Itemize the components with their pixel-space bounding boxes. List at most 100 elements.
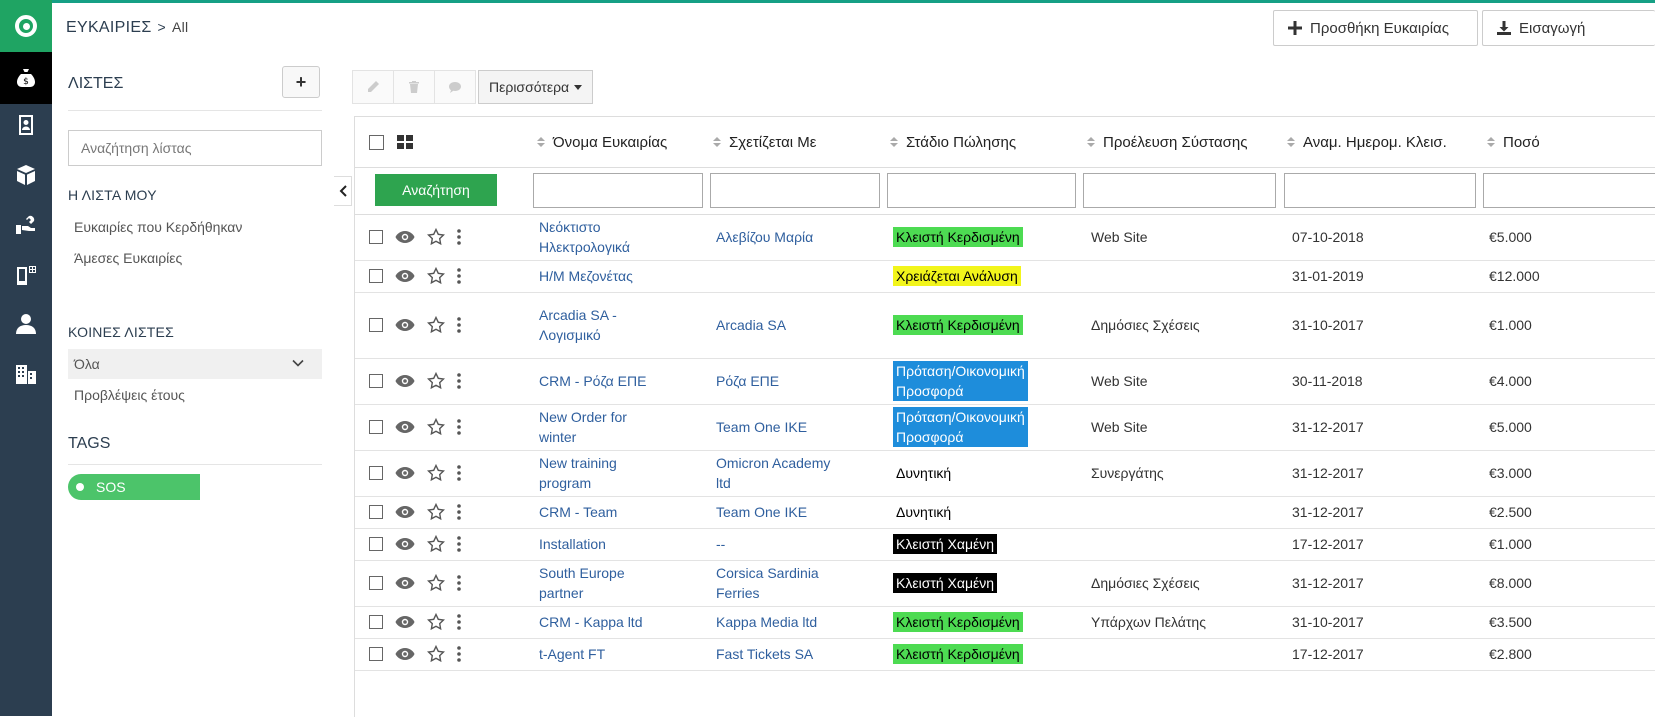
shared-list-item-all[interactable]: Όλα [68,349,322,379]
rail-item-users[interactable] [0,298,52,350]
table-row[interactable]: t-Agent FT Fast Tickets SA Κλειστή Κερδισμ… [355,638,1655,671]
rail-item-services[interactable] [0,199,52,251]
table-row[interactable]: Arcadia SA - Λογισμικό Arcadia SA Κλειστή Κ… [355,292,1655,359]
related-to-link[interactable]: Team One IKE [716,496,886,528]
row-checkbox[interactable] [369,269,383,283]
list-search-input[interactable]: Αναζήτηση λίστας [68,130,322,166]
search-button[interactable]: Αναζήτηση [375,174,497,206]
opportunity-name-link[interactable]: Arcadia SA - Λογισμικό [539,292,709,358]
shared-list-item[interactable]: Προβλέψεις έτους [68,380,322,410]
tag-sos[interactable]: SOS [68,474,200,500]
opportunity-name-link-text[interactable]: Installation [539,534,606,554]
more-vertical-icon[interactable] [457,614,461,630]
row-checkbox[interactable] [369,647,383,661]
eye-icon[interactable] [395,269,415,283]
opportunity-name-link[interactable]: CRM - Ρόζα ΕΠΕ [539,358,709,404]
opportunity-name-link[interactable]: Installation [539,528,709,560]
add-opportunity-button[interactable]: Προσθήκη Ευκαιρίας [1273,10,1478,46]
related-to-link-text[interactable]: Team One IKE [716,417,807,437]
row-checkbox[interactable] [369,505,383,519]
table-row[interactable]: CRM - Kappa ltd Kappa Media ltd Κλειστή Κε… [355,606,1655,639]
table-row[interactable]: New training program Omicron Academy ltd Δυν… [355,450,1655,497]
more-vertical-icon[interactable] [457,229,461,245]
eye-icon[interactable] [395,647,415,661]
star-icon[interactable] [427,503,445,521]
opportunity-name-link-text[interactable]: Arcadia SA - Λογισμικό [539,305,617,345]
opportunity-name-link-text[interactable]: New training program [539,453,617,493]
filter-close-date-input[interactable] [1284,173,1476,208]
related-to-link-text[interactable]: Team One IKE [716,502,807,522]
eye-icon[interactable] [395,318,415,332]
eye-icon[interactable] [395,420,415,434]
table-row[interactable]: New Order for winter Team One IKE Πρόταση/Ο… [355,404,1655,451]
filter-name-input[interactable] [533,173,703,208]
star-icon[interactable] [427,535,445,553]
row-checkbox[interactable] [369,576,383,590]
eye-icon[interactable] [395,615,415,629]
opportunity-name-link[interactable]: New Order for winter [539,404,709,450]
opportunity-name-link[interactable]: Νεόκτιστο Ηλεκτρολογικά [539,214,709,260]
related-to-link-text[interactable]: Arcadia SA [716,315,786,335]
star-icon[interactable] [427,418,445,436]
row-checkbox[interactable] [369,230,383,244]
rail-item-opportunities[interactable]: $ [0,52,52,104]
eye-icon[interactable] [395,374,415,388]
column-chooser-icon[interactable] [397,117,413,167]
star-icon[interactable] [427,228,445,246]
opportunity-name-link[interactable]: t-Agent FT [539,638,709,670]
table-row[interactable]: Νεόκτιστο Ηλεκτρολογικά Αλεβίζου Μαρία Κλει… [355,214,1655,261]
row-checkbox[interactable] [369,537,383,551]
related-to-link-text[interactable]: -- [716,534,725,554]
eye-icon[interactable] [395,505,415,519]
more-vertical-icon[interactable] [457,317,461,333]
select-all-checkbox[interactable] [369,117,384,167]
column-header-name[interactable]: Όνομα Ευκαιρίας [537,117,667,167]
rail-item-companies[interactable] [0,348,52,400]
related-to-link[interactable] [716,260,886,292]
app-logo[interactable] [0,0,52,52]
related-to-link[interactable]: Arcadia SA [716,292,886,358]
delete-button[interactable] [393,70,435,104]
add-list-button[interactable]: + [282,66,320,98]
filter-amount-input[interactable] [1483,173,1655,208]
star-icon[interactable] [427,464,445,482]
import-button[interactable]: Εισαγωγή [1482,10,1655,46]
rail-item-contacts[interactable] [0,99,52,151]
edit-button[interactable] [352,70,394,104]
opportunity-name-link-text[interactable]: Νεόκτιστο Ηλεκτρολογικά [539,217,630,257]
more-vertical-icon[interactable] [457,536,461,552]
collapse-sidebar-button[interactable] [334,176,352,206]
column-header-close-date[interactable]: Αναμ. Ημερομ. Κλεισ. [1287,117,1447,167]
row-checkbox[interactable] [369,420,383,434]
more-vertical-icon[interactable] [457,575,461,591]
row-checkbox[interactable] [369,318,383,332]
more-vertical-icon[interactable] [457,268,461,284]
column-header-related[interactable]: Σχετίζεται Με [713,117,816,167]
filter-stage-input[interactable] [887,173,1076,208]
opportunity-name-link-text[interactable]: New Order for winter [539,407,627,447]
opportunity-name-link-text[interactable]: t-Agent FT [539,644,605,664]
star-icon[interactable] [427,574,445,592]
related-to-link-text[interactable]: Fast Tickets SA [716,644,813,664]
more-vertical-icon[interactable] [457,646,461,662]
opportunity-name-link[interactable]: South Europe partner [539,560,709,606]
rail-item-mobile[interactable] [0,249,52,301]
column-header-stage[interactable]: Στάδιο Πώλησης [890,117,1016,167]
star-icon[interactable] [427,372,445,390]
row-checkbox[interactable] [369,466,383,480]
related-to-link-text[interactable]: Αλεβίζου Μαρία [716,227,813,247]
more-vertical-icon[interactable] [457,504,461,520]
star-icon[interactable] [427,613,445,631]
table-row[interactable]: CRM - Ρόζα ΕΠΕ Ρόζα ΕΠΕ Πρόταση/Οικονομική… [355,358,1655,405]
related-to-link-text[interactable]: Corsica Sardinia Ferries [716,563,819,603]
opportunity-name-link-text[interactable]: South Europe partner [539,563,625,603]
list-item[interactable]: Άμεσες Ευκαιρίες [68,243,322,273]
column-header-amount[interactable]: Ποσό [1487,117,1540,167]
related-to-link[interactable]: Αλεβίζου Μαρία [716,214,886,260]
eye-icon[interactable] [395,576,415,590]
opportunity-name-link-text[interactable]: CRM - Ρόζα ΕΠΕ [539,371,646,391]
opportunity-name-link-text[interactable]: CRM - Kappa ltd [539,612,642,632]
table-row[interactable]: Installation -- Κλειστή Χαμένη 17-12-2017 €1… [355,528,1655,561]
related-to-link[interactable]: Omicron Academy ltd [716,450,886,496]
related-to-link[interactable]: Kappa Media ltd [716,606,886,638]
